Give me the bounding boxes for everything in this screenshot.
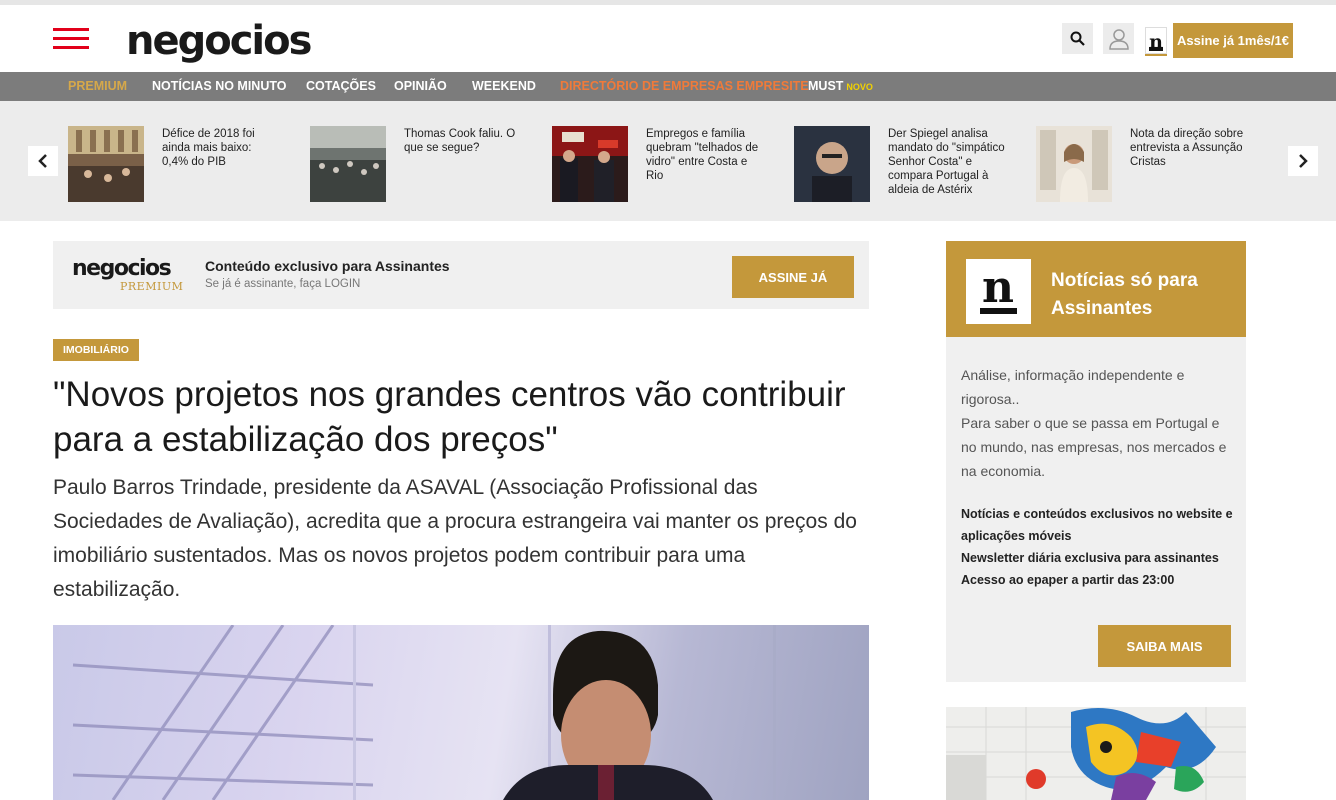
carousel-prev-button[interactable] [28,146,58,176]
subscriber-box-title: Notícias só para Assinantes [1051,270,1198,319]
nav-item-opiniao[interactable]: OPINIÃO [394,72,447,101]
nav-item-noticias-no-minuto[interactable]: NOTÍCIAS NO MINUTO [152,72,287,101]
headline-carousel: Défice de 2018 foi ainda mais baixo: 0,4… [0,101,1336,221]
article-lead: Paulo Barros Trindade, presidente da ASA… [53,476,857,601]
story-title: Der Spiegel analisa mandato do "simpátic… [888,128,1005,196]
site-header: negocios n Assine já 1mês/1€ [0,5,1336,72]
nav-item-directorio[interactable]: DIRECTÓRIO DE EMPRESAS EMPRESITE [560,72,809,101]
nav-must-label: MUST [808,79,844,93]
subscriber-news-box: n Notícias só para Assinantes Análise, i… [946,241,1246,682]
article-category-tag[interactable]: IMOBILIÁRIO [53,339,139,361]
subscriber-box-description-line: Para saber o que se passa em Portugal e … [961,415,1227,479]
feature-item: Newsletter diária exclusiva para assinan… [961,551,1219,565]
subscriber-box-description: Análise, informação independente e rigor… [961,363,1236,483]
feature-item: Acesso ao epaper a partir das 23:00 [961,573,1175,587]
chevron-right-icon [1299,154,1308,168]
premium-banner-login-link[interactable]: Se já é assinante, faça LOGIN [205,278,360,290]
story-thumbnail [68,126,144,202]
article-hero-image [53,625,869,800]
nav-item-cotacoes[interactable]: COTAÇÕES [306,72,376,101]
story-title: Défice de 2018 foi ainda mais baixo: 0,4… [162,128,255,168]
logo-wordmark: negocios [126,18,312,64]
learn-more-button[interactable]: SAIBA MAIS [1098,625,1231,667]
subscribe-now-button[interactable]: ASSINE JÁ [732,256,854,298]
premium-logo-sub: PREMIUM [120,280,184,293]
site-logo[interactable]: negocios [126,15,312,64]
subscriber-features-list: Notícias e conteúdos exclusivos no websi… [961,503,1241,591]
article-headline: "Novos projetos nos grandes centros vão … [53,375,846,459]
account-button[interactable] [1103,23,1134,54]
subscriber-box-header: n Notícias só para Assinantes [946,241,1246,337]
story-thumbnail [794,126,870,202]
subscription-n-logo-icon: n [1145,27,1167,54]
nav-new-badge: NOVO [846,82,873,92]
story-thumbnail [552,126,628,202]
carousel-next-button[interactable] [1288,146,1318,176]
sidebar-promo-image[interactable] [946,707,1246,800]
story-title: Empregos e família quebram "telhados de … [646,128,759,182]
premium-logo-word: negocios [72,256,172,281]
search-icon [1070,31,1085,46]
menu-hamburger-icon[interactable] [53,28,89,50]
feature-item: Notícias e conteúdos exclusivos no websi… [961,507,1233,543]
subscribe-button[interactable]: Assine já 1mês/1€ [1173,23,1293,58]
n-logo-icon: n [966,259,1031,324]
nav-item-weekend[interactable]: WEEKEND [472,72,536,101]
premium-banner: negocios PREMIUM Conteúdo exclusivo para… [53,241,869,309]
subscriber-box-description-line: Análise, informação independente e rigor… [961,367,1185,407]
chevron-left-icon [38,154,47,168]
nav-item-premium[interactable]: PREMIUM [68,72,127,101]
nav-item-must[interactable]: MUST NOVO [808,72,873,101]
story-title: Thomas Cook faliu. O que se segue? [404,128,516,154]
premium-banner-title: Conteúdo exclusivo para Assinantes [205,258,450,274]
story-title: Nota da direção sobre entrevista a Assun… [1130,128,1244,168]
story-thumbnail [310,126,386,202]
main-nav: PREMIUM NOTÍCIAS NO MINUTO COTAÇÕES OPIN… [0,72,1336,101]
search-button[interactable] [1062,23,1093,54]
story-thumbnail [1036,126,1112,202]
premium-logo: negocios PREMIUM [72,258,192,294]
user-icon [1108,28,1129,50]
